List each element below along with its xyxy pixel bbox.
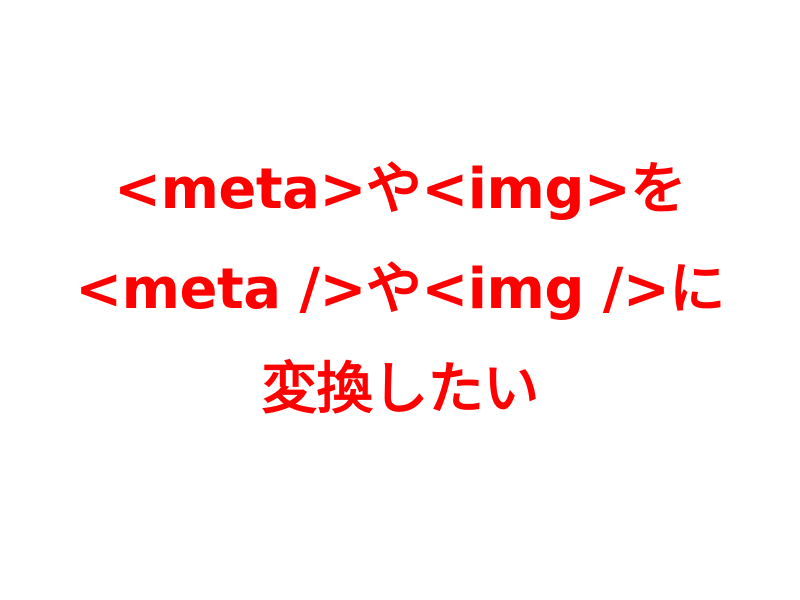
slide-canvas: <meta>や<img>を <meta />や<img />に 変換したい xyxy=(0,0,800,600)
title-line-1: <meta>や<img>を xyxy=(114,157,686,222)
title-line-2: <meta />や<img />に xyxy=(75,257,725,322)
title-line-3: 変換したい xyxy=(261,357,539,422)
